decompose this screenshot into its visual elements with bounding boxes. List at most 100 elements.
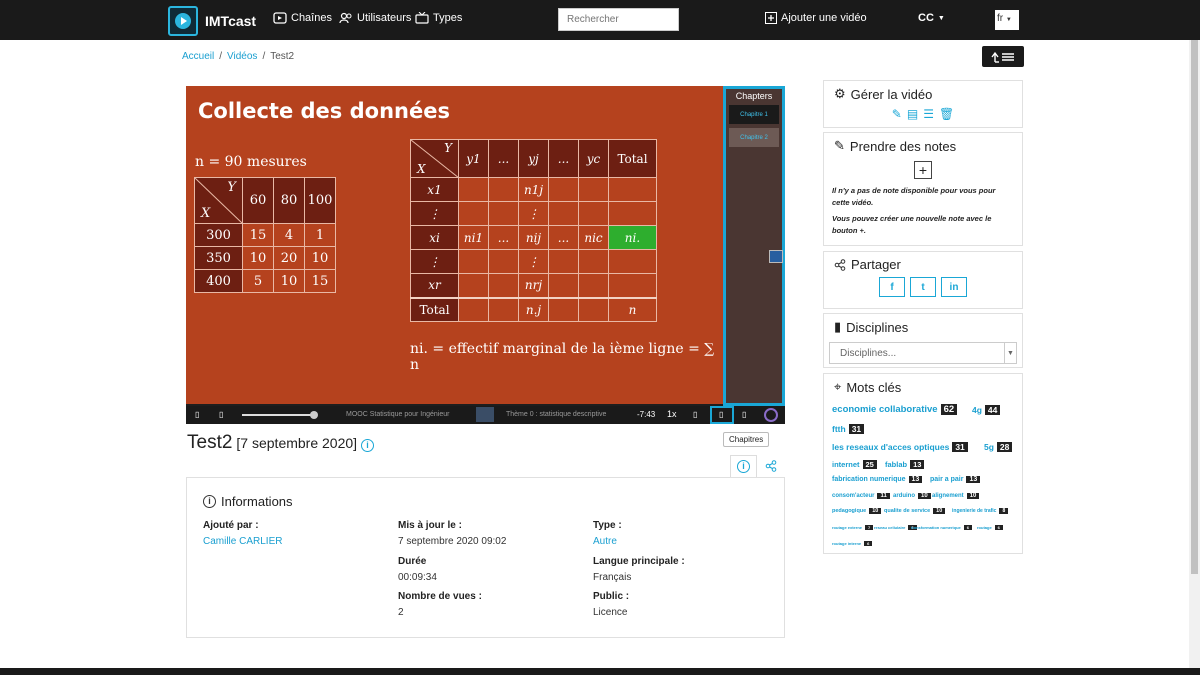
search-input[interactable]: [558, 8, 679, 31]
type-link[interactable]: Autre: [593, 536, 622, 547]
row-header: 300: [194, 223, 243, 247]
keyword-tag[interactable]: ftth 31: [832, 424, 865, 434]
keyword-tag[interactable]: consom'acteur 11: [832, 493, 890, 499]
brand-link[interactable]: IMTcast: [168, 6, 256, 36]
add-note-button[interactable]: +: [914, 161, 932, 179]
progress-bar[interactable]: [242, 414, 315, 416]
overlay-badge-icon[interactable]: [769, 250, 783, 263]
chapter-item[interactable]: Chapitre 2: [729, 128, 779, 147]
table-cell: [548, 296, 579, 322]
views-label: Nombre de vues: [398, 591, 476, 602]
keyword-tag[interactable]: pedagogique 10: [832, 508, 882, 514]
keyword-label: economie collaborative: [832, 404, 938, 415]
chapters-button[interactable]: ▯: [710, 406, 734, 424]
language-value: fr: [997, 13, 1004, 24]
nav-users[interactable]: Utilisateurs: [339, 12, 411, 24]
field-views: Nombre de vues : 2: [398, 591, 482, 618]
book-icon: ▮: [834, 319, 842, 334]
cc-dropdown[interactable]: CC ▼: [918, 12, 945, 24]
keyword-label: fabrication numerique: [832, 476, 906, 483]
row-header: x1: [410, 177, 459, 202]
document-icon[interactable]: ▤: [907, 107, 918, 121]
captions-icon[interactable]: ▯: [693, 410, 697, 419]
public-value: Licence: [593, 607, 628, 618]
table-cell: [578, 201, 609, 226]
tv-icon: [415, 12, 429, 24]
field-language: Langue principale : Français: [593, 556, 685, 583]
keyword-tag[interactable]: alignement 10: [932, 493, 980, 499]
views-value: 2: [398, 607, 404, 618]
public-label: Public: [593, 591, 624, 602]
edit-icon[interactable]: ✎: [892, 107, 902, 121]
table-cell: n: [608, 296, 657, 322]
language-select[interactable]: fr ▼: [995, 10, 1019, 30]
manage-video-card: ⚙ Gérer la vidéo ✎ ▤ ☰ 🗑: [823, 80, 1023, 128]
info-tab-icon: i: [737, 460, 750, 473]
twitter-icon[interactable]: t: [910, 277, 936, 297]
share-label: Partager: [851, 257, 901, 272]
share-icon: [765, 460, 776, 472]
list-icon[interactable]: ☰: [923, 107, 934, 121]
corner-y-label: Y: [444, 141, 452, 155]
keyword-label: routage externe: [832, 525, 863, 530]
loading-spinner-icon: [764, 408, 778, 422]
nav-channels-label: Chaînes: [291, 12, 332, 24]
tab-info[interactable]: i: [730, 455, 757, 477]
breadcrumb-videos[interactable]: Vidéos: [227, 51, 257, 62]
keyword-tag[interactable]: economie collaborative 62: [832, 404, 958, 415]
keyword-count: 31: [848, 424, 865, 434]
add-video-button[interactable]: Ajouter une vidéo: [765, 12, 867, 24]
keyword-tag[interactable]: 4g 44: [972, 405, 1001, 415]
keyword-tag[interactable]: qualite de service 10: [884, 508, 946, 514]
disciplines-select[interactable]: Disciplines... ▼: [829, 342, 1017, 364]
field-type: Type : Autre: [593, 520, 622, 547]
table-cell: [608, 273, 657, 298]
nav-types[interactable]: Types: [415, 12, 462, 24]
table-cell: [578, 296, 609, 322]
breadcrumb-home[interactable]: Accueil: [182, 51, 214, 62]
previous-icon[interactable]: ▯: [195, 410, 199, 419]
row-header: 350: [194, 246, 243, 270]
added-by-link[interactable]: Camille CARLIER: [203, 536, 282, 547]
keyword-tag[interactable]: pair a pair 13: [930, 476, 981, 483]
trash-icon[interactable]: 🗑: [939, 107, 954, 121]
keyword-tag[interactable]: transformation numerique 6: [911, 525, 973, 530]
keyword-tag[interactable]: routage externe 7: [832, 525, 874, 530]
keyword-tag[interactable]: 5g 28: [984, 442, 1013, 452]
gear-icon: ⚙: [834, 86, 846, 101]
progress-handle[interactable]: [310, 411, 319, 419]
info-header: i Informations: [203, 494, 293, 509]
keyword-tag[interactable]: les reseaux d'acces optiques 31: [832, 442, 968, 452]
brand-logo-icon: [168, 6, 198, 36]
keyword-label: ingenierie de trafic: [952, 508, 997, 514]
speed-button[interactable]: 1x: [667, 409, 677, 419]
toggle-sidebar-button[interactable]: [982, 46, 1024, 67]
keyword-tag[interactable]: internet 25: [832, 460, 877, 469]
disciplines-title: ▮ Disciplines: [824, 314, 1022, 340]
play-icon[interactable]: ▯: [219, 410, 223, 419]
keyword-tag[interactable]: arduino 10: [893, 493, 931, 499]
nav-channels[interactable]: Chaînes: [273, 12, 332, 24]
keyword-tag[interactable]: ingenierie de trafic 8: [952, 508, 1009, 514]
notes-title: ✎ Prendre des notes: [824, 133, 1022, 159]
scrollbar-thumb[interactable]: [1191, 40, 1198, 574]
linkedin-icon[interactable]: in: [941, 277, 967, 297]
video-player[interactable]: Collecte des données n = 90 mesures Y X …: [186, 86, 785, 424]
keyword-tag[interactable]: routage interne 6: [832, 541, 873, 546]
tab-share[interactable]: [757, 455, 784, 477]
keyword-count: 6: [963, 525, 973, 530]
keyword-tag[interactable]: routage 6: [977, 525, 1003, 530]
breadcrumb-current: Test2: [270, 51, 295, 62]
facebook-icon[interactable]: f: [879, 277, 905, 297]
keyword-tag[interactable]: fabrication numerique 13: [832, 476, 923, 483]
table-cell: 20: [273, 246, 305, 270]
page-scrollbar[interactable]: [1189, 40, 1200, 668]
chapter-item[interactable]: Chapitre 1: [729, 105, 779, 124]
player-controls: ▯ ▯ MOOC Statistique pour Ingénieur Thèm…: [186, 406, 785, 424]
keyword-label: routage interne: [832, 541, 862, 546]
table-cell: 10: [242, 246, 274, 270]
breadcrumb: Accueil / Vidéos / Test2: [182, 51, 294, 62]
info-icon[interactable]: i: [361, 439, 375, 452]
keyword-tag[interactable]: fablab 13: [885, 460, 925, 469]
fullscreen-icon[interactable]: ▯: [742, 410, 746, 419]
